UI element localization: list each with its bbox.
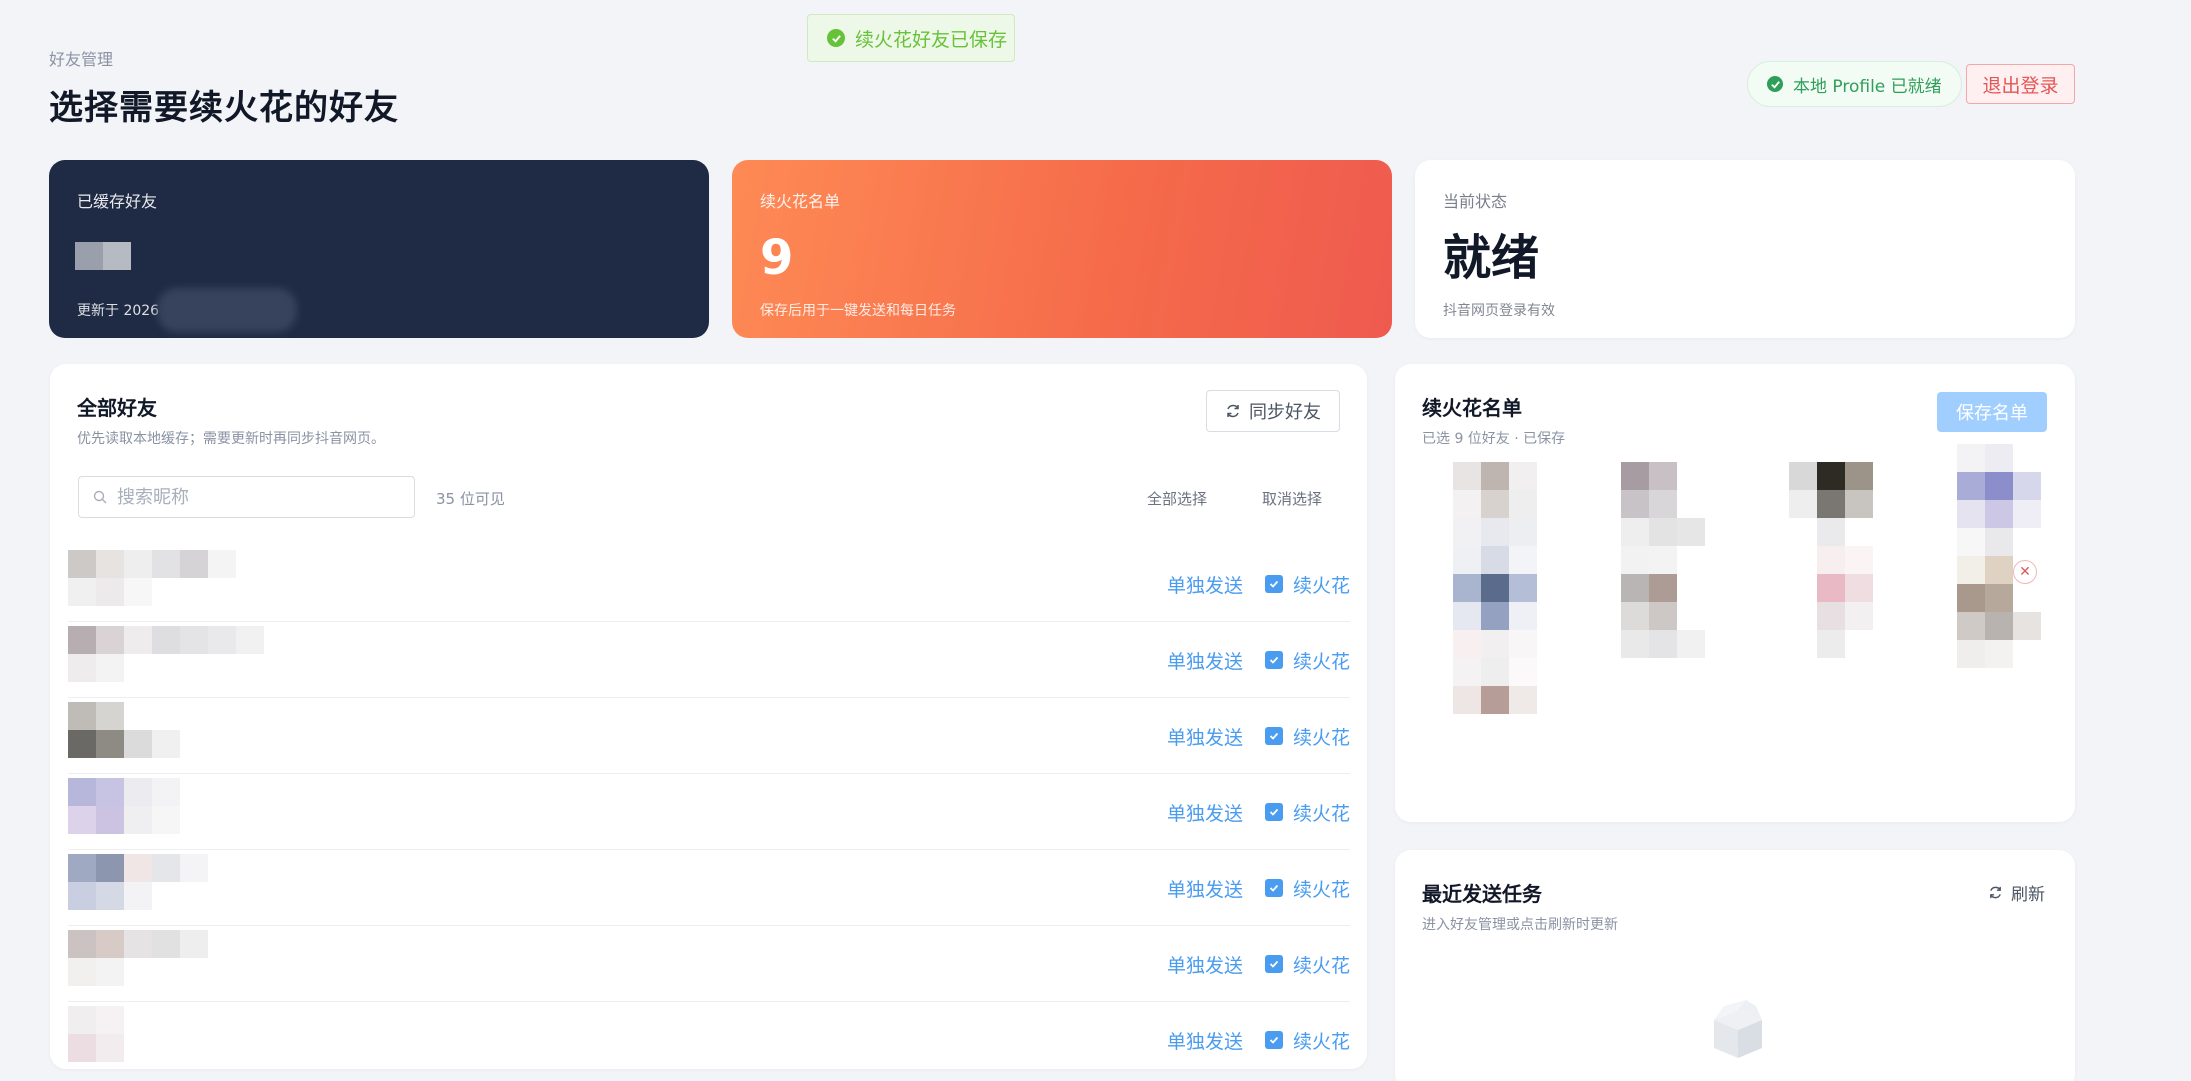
selected-friend-chip bbox=[1453, 462, 1565, 714]
redacted-avatar-name bbox=[68, 702, 264, 758]
selected-friend-chip bbox=[1789, 462, 1901, 658]
recent-tasks-panel: 最近发送任务 进入好友管理或点击刷新时更新 刷新 bbox=[1395, 850, 2075, 1081]
send-individually-link[interactable]: 单独发送 bbox=[1167, 647, 1243, 674]
checkbox-checked-icon bbox=[1264, 955, 1283, 973]
tasks-subtitle: 进入好友管理或点击刷新时更新 bbox=[1422, 917, 1618, 933]
streak-count: 9 bbox=[760, 230, 794, 286]
refresh-tasks-button[interactable]: 刷新 bbox=[1988, 880, 2045, 905]
search-input[interactable] bbox=[117, 486, 397, 508]
redacted-count bbox=[75, 242, 131, 270]
friend-row: 单独发送 续火花 bbox=[68, 850, 1350, 926]
redacted-avatar-name bbox=[68, 550, 264, 606]
friend-row: 单独发送 续火花 bbox=[68, 774, 1350, 850]
streak-card-sub: 保存后用于一键发送和每日任务 bbox=[760, 303, 956, 319]
streak-checkbox-label: 续火花 bbox=[1292, 726, 1350, 749]
send-individually-link[interactable]: 单独发送 bbox=[1167, 951, 1243, 978]
tasks-title: 最近发送任务 bbox=[1422, 882, 1542, 906]
friend-row: 单独发送 续火花 bbox=[68, 926, 1350, 1002]
streak-list-panel: 续火花名单 已选 9 位好友 · 已保存 保存名单 ✕ bbox=[1395, 364, 2075, 822]
redacted-avatar-name bbox=[68, 930, 264, 986]
status-card-sub: 抖音网页登录有效 bbox=[1443, 303, 1555, 319]
streak-list-card: 续火花名单 9 保存后用于一键发送和每日任务 bbox=[732, 160, 1392, 338]
streak-list-title: 续火花名单 bbox=[1422, 396, 1522, 420]
friend-row: 单独发送 续火花 bbox=[68, 698, 1350, 774]
send-individually-link[interactable]: 单独发送 bbox=[1167, 875, 1243, 902]
friend-row: 单独发送 续火花 bbox=[68, 622, 1350, 698]
streak-checkbox-label: 续火花 bbox=[1292, 954, 1350, 977]
empty-box-icon bbox=[1714, 1000, 1762, 1058]
friend-row: 单独发送 续火花 bbox=[68, 546, 1350, 622]
current-status-card: 当前状态 就绪 抖音网页登录有效 bbox=[1415, 160, 2075, 338]
redacted-avatar-name bbox=[68, 626, 264, 682]
send-individually-link[interactable]: 单独发送 bbox=[1167, 799, 1243, 826]
friend-list: 单独发送 续火花 单独发送 续火花 单独发送 续火花 单独发送 续火花 单独发送… bbox=[68, 546, 1350, 1078]
checkbox-checked-icon bbox=[1264, 1031, 1283, 1049]
streak-checkbox-label: 续火花 bbox=[1292, 878, 1350, 901]
save-list-button[interactable]: 保存名单 bbox=[1937, 392, 2047, 432]
refresh-icon bbox=[1990, 886, 2001, 899]
send-individually-link[interactable]: 单独发送 bbox=[1167, 571, 1243, 598]
checkbox-checked-icon bbox=[1264, 803, 1283, 821]
checkbox-checked-icon bbox=[1264, 727, 1283, 745]
streak-checkbox[interactable]: 续火花 bbox=[1264, 571, 1350, 598]
streak-checkbox-label: 续火花 bbox=[1292, 1030, 1350, 1053]
send-individually-link[interactable]: 单独发送 bbox=[1167, 723, 1243, 750]
status-value: 就绪 bbox=[1443, 230, 1540, 286]
deselect-all-button[interactable]: 取消选择 bbox=[1262, 488, 1322, 509]
profile-status-badge: 本地 Profile 已就绪 bbox=[1747, 61, 1962, 107]
cached-friends-card: 已缓存好友 更新于 2026 bbox=[49, 160, 709, 338]
streak-checkbox[interactable]: 续火花 bbox=[1264, 647, 1350, 674]
search-box[interactable] bbox=[78, 476, 415, 518]
cached-friends-label: 已缓存好友 bbox=[77, 192, 158, 211]
redacted-avatar-name bbox=[68, 1006, 264, 1062]
streak-checkbox-label: 续火花 bbox=[1292, 802, 1350, 825]
logout-button[interactable]: 退出登录 bbox=[1966, 64, 2075, 104]
visible-count: 35 位可见 bbox=[436, 490, 505, 508]
streak-checkbox-label: 续火花 bbox=[1292, 574, 1350, 597]
streak-checkbox[interactable]: 续火花 bbox=[1264, 799, 1350, 826]
sync-friends-label: 同步好友 bbox=[1249, 402, 1321, 423]
streak-checkbox[interactable]: 续火花 bbox=[1264, 723, 1350, 750]
checkbox-checked-icon bbox=[1264, 651, 1283, 669]
redacted-timestamp bbox=[157, 288, 297, 332]
check-circle-icon bbox=[1767, 76, 1783, 92]
friends-subtitle: 优先读取本地缓存；需要更新时再同步抖音网页。 bbox=[77, 431, 385, 447]
sync-friends-button[interactable]: 同步好友 bbox=[1206, 390, 1340, 432]
select-all-button[interactable]: 全部选择 bbox=[1147, 488, 1207, 509]
friends-title: 全部好友 bbox=[77, 396, 157, 420]
checkbox-checked-icon bbox=[1264, 879, 1283, 897]
profile-status-text: 本地 Profile 已就绪 bbox=[1793, 76, 1942, 97]
refresh-icon bbox=[1227, 404, 1239, 418]
streak-list-subtitle: 已选 9 位好友 · 已保存 bbox=[1422, 431, 1566, 447]
refresh-label: 刷新 bbox=[2011, 885, 2045, 905]
selected-friend-chip bbox=[1957, 444, 2069, 668]
streak-checkbox[interactable]: 续火花 bbox=[1264, 951, 1350, 978]
send-individually-link[interactable]: 单独发送 bbox=[1167, 1027, 1243, 1054]
all-friends-panel: 全部好友 优先读取本地缓存；需要更新时再同步抖音网页。 同步好友 35 位可见 … bbox=[50, 364, 1367, 1069]
streak-checkbox[interactable]: 续火花 bbox=[1264, 1027, 1350, 1054]
redacted-avatar-name bbox=[68, 854, 264, 910]
status-card-label: 当前状态 bbox=[1443, 192, 1508, 211]
redacted-avatar-name bbox=[68, 778, 264, 834]
checkbox-checked-icon bbox=[1264, 575, 1283, 593]
search-icon bbox=[93, 490, 107, 504]
streak-checkbox[interactable]: 续火花 bbox=[1264, 875, 1350, 902]
streak-checkbox-label: 续火花 bbox=[1292, 650, 1350, 673]
breadcrumb: 好友管理 bbox=[49, 50, 114, 69]
remove-friend-icon[interactable]: ✕ bbox=[2013, 560, 2037, 584]
streak-card-label: 续火花名单 bbox=[760, 192, 841, 211]
selected-friend-chip bbox=[1621, 462, 1733, 658]
friend-row: 单独发送 续火花 bbox=[68, 1002, 1350, 1078]
page-title: 选择需要续火花的好友 bbox=[49, 88, 399, 128]
selected-friends-grid: ✕ bbox=[1453, 444, 2073, 792]
